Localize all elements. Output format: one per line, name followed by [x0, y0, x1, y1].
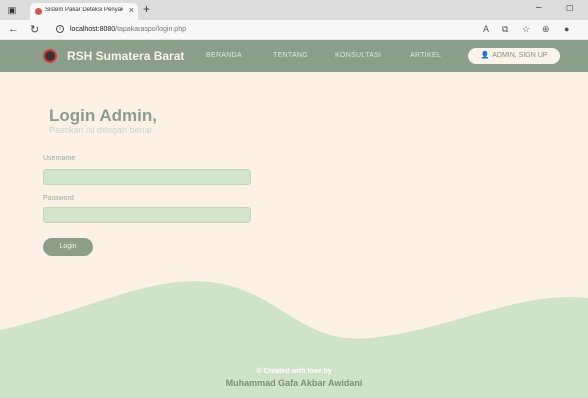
new-tab-icon[interactable]: +	[143, 2, 150, 16]
nav-link-artikel[interactable]: ARTIKEL	[410, 52, 441, 59]
url-field[interactable]: i localhost:8080/tapakaraspo/login.php	[56, 25, 186, 33]
page-title: Login Admin,	[49, 106, 157, 125]
admin-signup-button[interactable]: 👤 ADMIN, SIGN UP	[468, 48, 560, 64]
address-bar: ← ↻ i localhost:8080/tapakaraspo/login.ph…	[0, 20, 588, 40]
footer-author: Muhammad Gafa Akbar Awidani	[225, 378, 363, 388]
site-info-icon[interactable]: i	[56, 25, 64, 33]
footer-wave	[0, 281, 588, 398]
page-subtitle: Pastikan isi dengan benar	[49, 125, 153, 135]
tab-title: Sistem Pakar Deteksi Penyakit S...	[45, 7, 123, 13]
maximize-icon[interactable]: ☐	[566, 4, 573, 13]
reload-icon[interactable]: ↻	[30, 23, 39, 36]
read-aloud-icon[interactable]: A	[483, 24, 489, 34]
brand-title[interactable]: RSH Sumatera Barat	[67, 49, 184, 63]
url-host: localhost:8080	[70, 25, 116, 33]
admin-signup-label: ADMIN, SIGN UP	[492, 52, 548, 59]
favicon-icon	[35, 8, 42, 15]
extensions-icon[interactable]: ⧉	[502, 24, 508, 35]
username-label: Username	[43, 155, 76, 162]
window-menu-icon[interactable]: ▣	[6, 4, 18, 16]
footer-credit: © Created with love by	[256, 368, 332, 375]
site-navbar: RSH Sumatera Barat BERANDA TENTANG KONSU…	[0, 40, 588, 72]
close-tab-icon[interactable]: ×	[129, 5, 134, 15]
minimize-icon[interactable]: –	[536, 2, 542, 13]
nav-link-beranda[interactable]: BERANDA	[206, 52, 242, 59]
user-icon: 👤	[480, 52, 490, 59]
username-input[interactable]	[43, 169, 251, 185]
collections-icon[interactable]: ⊕	[542, 24, 550, 35]
browser-tab-bar: ▣ Sistem Pakar Deteksi Penyakit S... × +…	[0, 0, 588, 20]
password-input[interactable]	[43, 207, 251, 223]
profile-icon[interactable]: ●	[564, 24, 569, 34]
nav-link-konsultasi[interactable]: KONSULTASI	[335, 52, 381, 59]
browser-tab[interactable]: Sistem Pakar Deteksi Penyakit S... ×	[30, 3, 138, 20]
password-label: Password	[43, 195, 74, 202]
logo-icon[interactable]	[43, 49, 57, 63]
nav-link-tentang[interactable]: TENTANG	[273, 52, 308, 59]
url-path: /tapakaraspo/login.php	[115, 25, 186, 33]
favorites-icon[interactable]: ☆	[522, 24, 530, 35]
back-icon[interactable]: ←	[8, 23, 19, 35]
